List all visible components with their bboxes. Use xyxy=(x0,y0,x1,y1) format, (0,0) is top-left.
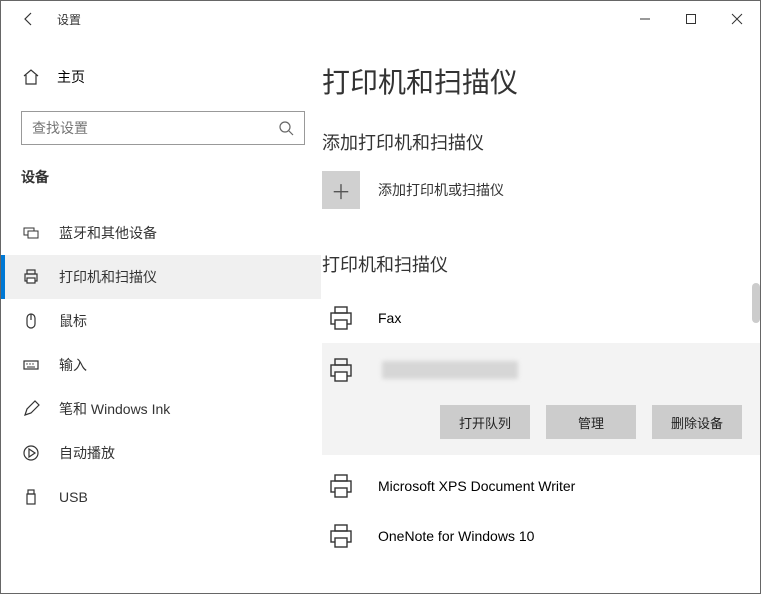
content-area: 主页 设备 蓝牙和其他设备 打印机和 xyxy=(1,37,760,593)
nav-label: 自动播放 xyxy=(59,443,115,463)
printer-icon xyxy=(21,267,41,287)
list-section-title: 打印机和扫描仪 xyxy=(322,251,760,277)
plus-icon: ＋ xyxy=(322,171,360,209)
add-label: 添加打印机或扫描仪 xyxy=(378,180,504,200)
device-fax[interactable]: Fax xyxy=(322,293,760,343)
scrollbar-thumb[interactable] xyxy=(752,283,760,323)
device-name: Fax xyxy=(378,310,401,326)
open-queue-button[interactable]: 打开队列 xyxy=(440,405,530,439)
sidebar-item-mouse[interactable]: 鼠标 xyxy=(1,299,321,343)
keyboard-icon xyxy=(21,355,41,375)
sidebar-item-bluetooth[interactable]: 蓝牙和其他设备 xyxy=(1,211,321,255)
page-title: 打印机和扫描仪 xyxy=(322,61,760,101)
settings-window: 设置 主页 xyxy=(0,0,761,594)
back-button[interactable] xyxy=(9,1,49,37)
home-icon xyxy=(21,67,41,87)
category-label: 设备 xyxy=(21,167,321,187)
bluetooth-devices-icon xyxy=(21,223,41,243)
titlebar: 设置 xyxy=(1,1,760,37)
sidebar-item-typing[interactable]: 输入 xyxy=(1,343,321,387)
nav-label: USB xyxy=(59,489,88,505)
device-name: OneNote for Windows 10 xyxy=(378,528,534,544)
add-section-title: 添加打印机和扫描仪 xyxy=(322,129,760,155)
nav-label: 输入 xyxy=(59,355,87,375)
sidebar-item-usb[interactable]: USB xyxy=(1,475,321,519)
nav-label: 笔和 Windows Ink xyxy=(59,399,170,419)
device-name-redacted xyxy=(382,361,518,379)
home-label: 主页 xyxy=(57,67,85,87)
printer-icon xyxy=(322,299,360,337)
add-printer-button[interactable]: ＋ 添加打印机或扫描仪 xyxy=(322,171,760,209)
mouse-icon xyxy=(21,311,41,331)
maximize-button[interactable] xyxy=(668,1,714,37)
device-actions: 打开队列 管理 删除设备 xyxy=(322,391,760,449)
search-input[interactable] xyxy=(32,120,278,136)
close-button[interactable] xyxy=(714,1,760,37)
manage-button[interactable]: 管理 xyxy=(546,405,636,439)
device-selected[interactable]: 打开队列 管理 删除设备 xyxy=(322,343,760,455)
printer-icon xyxy=(322,351,360,389)
autoplay-icon xyxy=(21,443,41,463)
nav-label: 鼠标 xyxy=(59,311,87,331)
window-title: 设置 xyxy=(57,11,81,28)
sidebar-item-printers[interactable]: 打印机和扫描仪 xyxy=(1,255,321,299)
device-onenote[interactable]: OneNote for Windows 10 xyxy=(322,511,760,561)
main-panel: 打印机和扫描仪 添加打印机和扫描仪 ＋ 添加打印机或扫描仪 打印机和扫描仪 Fa… xyxy=(321,37,760,593)
search-icon xyxy=(278,120,294,136)
device-name: Microsoft XPS Document Writer xyxy=(378,478,575,494)
sidebar: 主页 设备 蓝牙和其他设备 打印机和 xyxy=(1,37,321,593)
home-link[interactable]: 主页 xyxy=(21,61,321,93)
minimize-button[interactable] xyxy=(622,1,668,37)
sidebar-item-autoplay[interactable]: 自动播放 xyxy=(1,431,321,475)
usb-icon xyxy=(21,487,41,507)
nav-label: 蓝牙和其他设备 xyxy=(59,223,157,243)
device-xps[interactable]: Microsoft XPS Document Writer xyxy=(322,461,760,511)
sidebar-item-pen[interactable]: 笔和 Windows Ink xyxy=(1,387,321,431)
search-box[interactable] xyxy=(21,111,305,145)
pen-icon xyxy=(21,399,41,419)
printer-icon xyxy=(322,467,360,505)
window-controls xyxy=(622,1,760,37)
remove-device-button[interactable]: 删除设备 xyxy=(652,405,742,439)
printer-icon xyxy=(322,517,360,555)
nav-label: 打印机和扫描仪 xyxy=(59,267,157,287)
